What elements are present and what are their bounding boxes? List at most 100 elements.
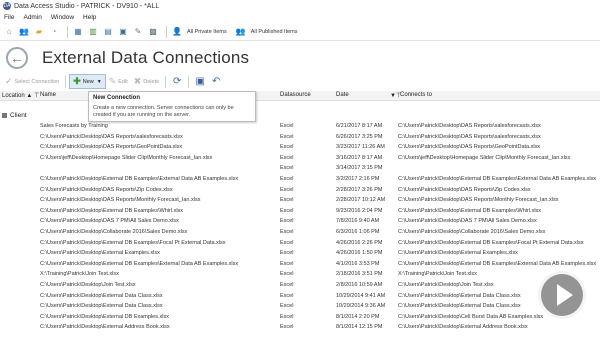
cell-name: X:\Training\Patrick\Join Test.xlsx bbox=[40, 271, 119, 278]
pencil-icon[interactable]: ✎ bbox=[132, 26, 144, 38]
table-icon[interactable]: ▤ bbox=[102, 26, 114, 38]
published-items-icon[interactable]: 👥 bbox=[235, 26, 247, 38]
cell-name: C:\Users\Patrick\Desktop\External DB Exa… bbox=[40, 239, 226, 246]
page-title: External Data Connections bbox=[42, 48, 250, 67]
table-row[interactable]: C:\Users\Patrick\Desktop\Collaborate 201… bbox=[0, 228, 600, 239]
cell-name: C:\Users\jeff\Desktop\Homepage Slider Cl… bbox=[40, 154, 213, 161]
refresh-icon[interactable]: ⟳ bbox=[171, 76, 183, 88]
chart-icon[interactable]: ▥ bbox=[87, 26, 99, 38]
cell-datasource: Excel bbox=[280, 260, 294, 267]
table-row[interactable]: C:\Users\Patrick\Desktop\External DB Exa… bbox=[0, 313, 600, 324]
column-datasource[interactable]: Datasource bbox=[280, 92, 311, 98]
cell-connects-to: C:\Users\Patrick\Desktop\DAS Reports\Mon… bbox=[398, 197, 559, 204]
play-video-button[interactable] bbox=[538, 271, 586, 319]
folder-icon[interactable]: ▰ bbox=[33, 26, 45, 38]
page-header: ← External Data Connections bbox=[0, 44, 600, 72]
window-title: Data Access Studio - PATRICK - DV910 - *… bbox=[14, 2, 160, 10]
cell-date: 6/26/2017 3:25 PM bbox=[336, 133, 383, 140]
select-connection-button[interactable]: ✓ Select Connection bbox=[2, 74, 62, 89]
collapse-icon[interactable] bbox=[2, 113, 7, 118]
table-row[interactable]: C:\Users\Patrick\Desktop\DAS Reports\Mon… bbox=[0, 196, 600, 207]
new-connection-tooltip: New Connection Create a new connection. … bbox=[88, 91, 256, 122]
cell-date: 4/1/2016 3:53 PM bbox=[336, 260, 380, 267]
clock-icon[interactable]: ◔ bbox=[48, 26, 60, 38]
table-row[interactable]: C:\Users\Patrick\Desktop\External Exampl… bbox=[0, 249, 600, 260]
cell-name: C:\Users\Patrick\Desktop\DAS 7 PM\All Sa… bbox=[40, 218, 179, 225]
chevron-down-icon[interactable]: ▼ bbox=[97, 79, 102, 85]
back-arrow-icon[interactable]: ← bbox=[6, 47, 28, 69]
cell-datasource: Excel bbox=[280, 186, 294, 193]
menu-admin[interactable]: Admin bbox=[23, 14, 41, 21]
table-row[interactable]: X:\Training\Patrick\Join Test.xlsx Excel 2… bbox=[0, 270, 600, 281]
home-icon[interactable]: ⌂ bbox=[3, 26, 15, 38]
cell-datasource: Excel bbox=[280, 165, 294, 172]
cell-date: 6/21/2017 8:17 AM bbox=[336, 123, 383, 129]
table-row[interactable]: C:\Users\Patrick\Desktop\DAS Reports\Zip… bbox=[0, 186, 600, 197]
cell-datasource: Excel bbox=[280, 207, 294, 214]
edit-label: Edit bbox=[118, 78, 128, 85]
column-date[interactable]: Date bbox=[336, 92, 349, 98]
table-row[interactable]: C:\Users\Patrick\Desktop\External DB Exa… bbox=[0, 260, 600, 271]
table-row[interactable]: C:\Users\Patrick\Desktop\Join Test.xlsx E… bbox=[0, 281, 600, 292]
table-row[interactable]: C:\Users\Patrick\Desktop\External Data C… bbox=[0, 302, 600, 313]
table-row[interactable]: C:\Users\Patrick\Desktop\External Addres… bbox=[0, 323, 600, 334]
column-location[interactable]: Location ▲ ⊤ bbox=[2, 92, 39, 99]
cell-connects-to: C:\Users\Patrick\Desktop\External DB Exa… bbox=[398, 260, 597, 267]
toolbar-divider bbox=[188, 75, 190, 88]
cell-connects-to: C:\Users\jeff\Desktop\Homepage Slider Cl… bbox=[398, 154, 571, 161]
save-icon[interactable]: ▣ bbox=[194, 76, 206, 88]
cell-date: 10/29/2014 9:41 AM bbox=[336, 292, 386, 299]
grid-icon[interactable]: ▩ bbox=[147, 26, 159, 38]
table-row[interactable]: C:\Users\Patrick\Desktop\DAS Reports\Geo… bbox=[0, 143, 600, 154]
tooltip-title: New Connection bbox=[93, 95, 141, 101]
tooltip-body: Create a new connection. Server connecti… bbox=[93, 105, 234, 118]
cell-connects-to: C:\Users\Patrick\Desktop\DAS Reports\Zip… bbox=[398, 186, 531, 193]
edit-button[interactable]: ✎ Edit bbox=[106, 74, 131, 89]
cell-connects-to: C:\Users\Patrick\Desktop\External DB Exa… bbox=[398, 239, 584, 246]
cell-datasource: Excel bbox=[280, 324, 294, 331]
column-name[interactable]: Name bbox=[40, 92, 56, 98]
delete-button[interactable]: ✖ Delete bbox=[131, 74, 162, 89]
table-row[interactable]: Sales Forecasts by Training Excel 6/21/201… bbox=[0, 122, 600, 133]
calendar-icon[interactable]: ▣ bbox=[117, 26, 129, 38]
menu-window[interactable]: Window bbox=[51, 14, 74, 21]
users-icon[interactable]: 👥 bbox=[18, 26, 30, 38]
cell-name: C:\Users\Patrick\Desktop\DAS Reports\Zip… bbox=[40, 186, 173, 193]
private-items-icon[interactable]: 👤 bbox=[171, 26, 183, 38]
cell-connects-to: C:\Users\Patrick\Desktop\DAS Reports\sal… bbox=[398, 123, 541, 129]
main-toolbar: ⌂ 👥 ▰ ◔ ▦ ▥ ▤ ▣ ✎ ▩ 👤 All Private Items … bbox=[0, 23, 600, 41]
table-row[interactable]: C:\Users\jeff\Desktop\Homepage Slider Cl… bbox=[0, 154, 600, 165]
undo-icon[interactable]: ↶ bbox=[210, 76, 222, 88]
cell-date: 3/14/2017 3:15 PM bbox=[336, 165, 383, 172]
table-row[interactable]: Excel 3/14/2017 3:15 PM bbox=[0, 164, 600, 175]
plus-icon: ✚ bbox=[73, 76, 81, 86]
cell-name: C:\Users\Patrick\Desktop\External DB Exa… bbox=[40, 175, 239, 182]
select-connection-label: Select Connection bbox=[14, 78, 60, 85]
cell-name: C:\Users\Patrick\Desktop\DAS Reports\Mon… bbox=[40, 197, 201, 204]
delete-label: Delete bbox=[143, 78, 160, 85]
all-private-items-button[interactable]: All Private Items bbox=[187, 29, 227, 35]
cell-date: 8/1/2014 12:15 PM bbox=[336, 324, 383, 331]
toolbar-divider bbox=[65, 75, 67, 88]
cell-datasource: Excel bbox=[280, 144, 294, 151]
report-icon[interactable]: ▦ bbox=[72, 26, 84, 38]
table-row[interactable]: C:\Users\Patrick\Desktop\External DB Exa… bbox=[0, 239, 600, 250]
cell-name: C:\Users\Patrick\Desktop\External Data C… bbox=[40, 292, 163, 299]
cell-date: 9/23/2016 2:04 PM bbox=[336, 207, 383, 214]
table-row[interactable]: C:\Users\Patrick\Desktop\DAS Reports\sal… bbox=[0, 133, 600, 144]
table-row[interactable]: C:\Users\Patrick\Desktop\External DB Exa… bbox=[0, 175, 600, 186]
cell-connects-to: C:\Users\Patrick\Desktop\DAS Reports\sal… bbox=[398, 133, 541, 140]
new-button[interactable]: ✚ New ▼ bbox=[69, 74, 106, 89]
cell-datasource: Excel bbox=[280, 239, 294, 246]
menu-help[interactable]: Help bbox=[83, 14, 96, 21]
cell-connects-to: C:\Users\Patrick\Desktop\External DB Exa… bbox=[398, 175, 597, 182]
table-row[interactable]: C:\Users\Patrick\Desktop\External Data C… bbox=[0, 292, 600, 303]
column-connects-to[interactable]: Connects to bbox=[400, 92, 432, 98]
cell-date: 3/16/2017 8:17 AM bbox=[336, 154, 383, 161]
menu-file[interactable]: File bbox=[4, 14, 14, 21]
cell-datasource: Excel bbox=[280, 123, 294, 129]
cell-date: 6/3/2016 1:06 PM bbox=[336, 228, 380, 235]
all-published-items-button[interactable]: All Published Items bbox=[251, 29, 298, 35]
table-row[interactable]: C:\Users\Patrick\Desktop\External DB Exa… bbox=[0, 207, 600, 218]
table-row[interactable]: C:\Users\Patrick\Desktop\DAS 7 PM\All Sa… bbox=[0, 217, 600, 228]
